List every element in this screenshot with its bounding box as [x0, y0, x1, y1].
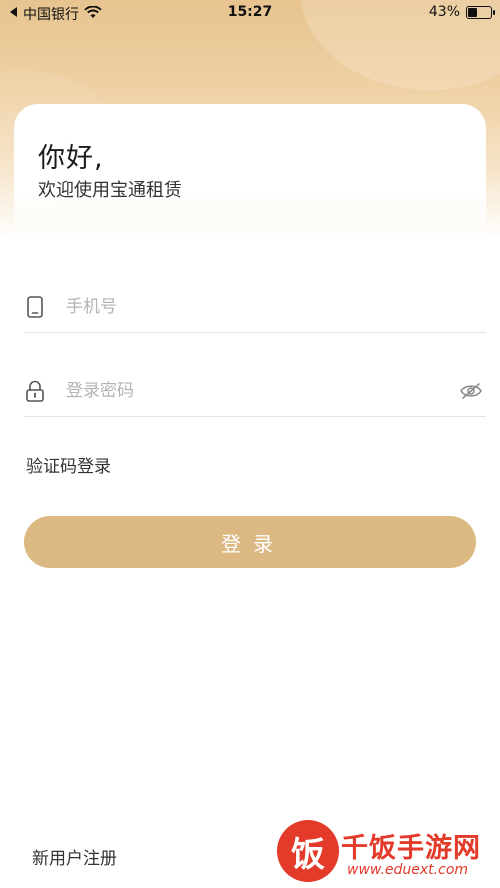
battery-percent: 43% [428, 4, 460, 20]
status-bar: 中国银行 15:27 43% [0, 0, 500, 26]
password-row [24, 366, 486, 417]
watermark-url: www.eduext.com [347, 862, 469, 878]
phone-input[interactable] [64, 296, 486, 318]
login-screen: 中国银行 15:27 43% 你好, 欢迎使用宝通租赁 手机号 验证码登录 登录… [0, 0, 500, 888]
password-input[interactable] [64, 380, 458, 402]
watermark-logo: 饭 千饭手游网 www.eduext.com [277, 820, 492, 884]
status-time: 15:27 [227, 4, 273, 20]
status-bar-right: 43% [428, 4, 495, 20]
eye-slash-icon[interactable] [458, 381, 484, 401]
login-button[interactable]: 登录 [24, 516, 476, 568]
greeting-title: 你好, [38, 143, 104, 174]
battery-icon [466, 5, 495, 19]
phone-row [24, 282, 486, 333]
phone-icon [24, 296, 46, 318]
greeting-subtitle: 欢迎使用宝通租赁 [38, 180, 182, 201]
sms-login-link[interactable]: 验证码登录 [26, 452, 111, 477]
register-link[interactable]: 新用户注册 [32, 844, 117, 869]
watermark-badge: 饭 [277, 820, 339, 882]
battery-fill [468, 7, 477, 17]
watermark-brand: 千饭手游网 [341, 833, 481, 864]
lock-icon [24, 380, 46, 402]
